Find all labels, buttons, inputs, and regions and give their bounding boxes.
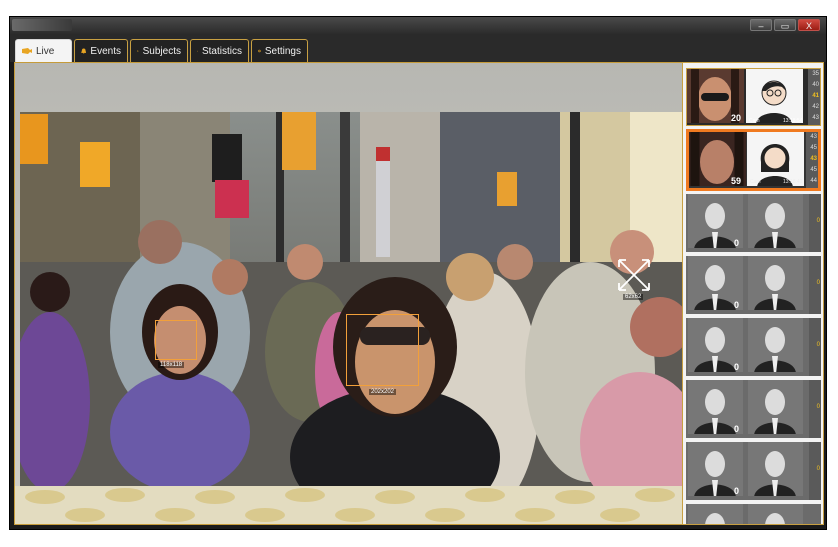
subject-avatar [746,69,803,123]
score-strip: 0 [809,256,821,314]
match-card-highlighted[interactable]: 59 Cam 13:18:41 43 45 43 45 44 [686,129,821,191]
score-strip: 43 45 43 45 44 [806,132,818,188]
tab-live[interactable]: Live [15,39,72,62]
score-strip: 0 [809,194,821,252]
bar-chart-icon [197,50,198,52]
app-title-thumbnail [12,19,72,31]
score-strip: 0 [809,380,821,438]
score-strip: 0 [809,442,821,500]
empty-match-card[interactable]: 0 0 [686,194,821,252]
live-video-feed[interactable]: 118x118 202x202 62x62 [20,112,683,486]
face-detection-box[interactable] [155,320,197,360]
face-size-label: 202x202 [369,389,397,395]
score-strip: 35 40 41 42 43 [808,69,820,125]
camera-icon [22,48,32,54]
score-strip: 0 [809,318,821,376]
placeholder-avatar-icon [748,318,805,372]
empty-match-card[interactable] [686,504,821,524]
tab-events[interactable]: Events [74,39,128,62]
tab-subjects-label: Subjects [142,45,181,57]
match-source: Cam [750,179,761,185]
placeholder-avatar-icon [748,442,805,496]
placeholder-avatar-icon [688,504,745,524]
placeholder-avatar-icon [748,380,805,434]
match-score: 0 [734,362,740,372]
maximize-button[interactable]: ▭ [774,19,796,31]
expand-face-icon[interactable] [617,258,651,292]
tab-settings[interactable]: Settings [251,39,308,62]
window-controls: – ▭ X [750,19,820,31]
live-view-panel: 118x118 202x202 62x62 [14,62,685,525]
match-score: 0 [734,238,740,248]
close-button[interactable]: X [798,19,820,31]
match-time: 13:18:54 [783,118,803,124]
empty-match-card[interactable]: 0 0 [686,380,821,438]
crowd-scene-image [20,112,683,486]
tab-events-label: Events [90,45,121,57]
tab-bar: Live Events Subjects Statistics Settings [10,34,826,62]
match-score: 0 [734,300,740,310]
placeholder-avatar-icon [748,256,805,310]
tab-statistics-label: Statistics [201,45,242,57]
app-window: – ▭ X Live Events Subjects Statistics Se… [9,16,827,530]
title-bar: – ▭ X [10,17,826,34]
match-time: 13:18:41 [783,179,803,185]
match-card[interactable]: 20 Cam 13:18:54 35 40 41 42 43 [686,68,821,126]
tab-settings-label: Settings [264,45,301,57]
floor-pattern [15,486,684,524]
empty-match-card[interactable]: 0 0 [686,442,821,500]
minimize-button[interactable]: – [750,19,772,31]
placeholder-avatar-icon [748,194,805,248]
face-size-label: 118x118 [158,362,185,368]
person-icon [137,50,139,52]
face-detection-box[interactable] [346,314,419,386]
tab-subjects[interactable]: Subjects [130,39,188,62]
match-list-panel[interactable]: 20 Cam 13:18:54 35 40 41 42 43 59 Cam 13… [682,62,824,525]
match-score: 20 [731,113,742,123]
bell-icon [81,48,87,54]
match-score: 0 [734,486,740,496]
gear-icon [258,49,261,53]
face-size-label: 62x62 [623,294,644,300]
tab-live-label: Live [36,45,55,57]
match-score: 59 [731,176,742,186]
empty-match-card[interactable]: 0 0 [686,318,821,376]
match-score: 0 [734,424,740,434]
tab-statistics[interactable]: Statistics [190,39,249,62]
placeholder-avatar-icon [748,504,805,524]
subject-avatar [747,132,804,186]
empty-match-card[interactable]: 0 0 [686,256,821,314]
match-source: Cam [749,118,760,124]
